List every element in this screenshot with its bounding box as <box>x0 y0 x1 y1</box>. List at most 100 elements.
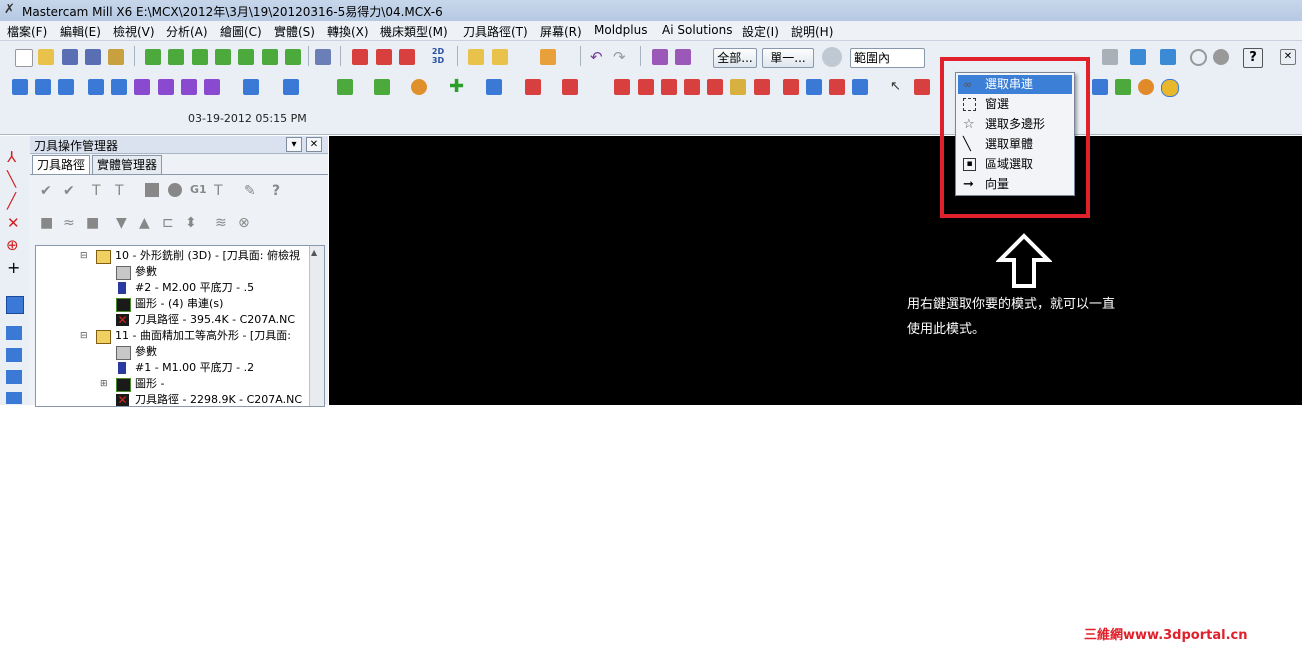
display-selected-icon[interactable]: ⊗ <box>238 215 250 231</box>
shade-3-icon[interactable] <box>399 49 415 65</box>
surface-6-icon[interactable] <box>730 79 746 95</box>
op-manager-toggle-icon[interactable] <box>6 296 24 314</box>
paste-icon[interactable] <box>675 49 691 65</box>
view-cube-3-icon[interactable] <box>192 49 208 65</box>
menu-machine[interactable]: 機床類型(M) <box>380 23 448 40</box>
select-single-button[interactable]: 單一... <box>762 48 814 68</box>
scroll-up-icon[interactable]: ▲ <box>311 248 317 257</box>
yellow-circle-icon[interactable] <box>1161 79 1179 97</box>
link-icon[interactable] <box>315 49 331 65</box>
cross-icon[interactable]: ✕ <box>7 214 20 232</box>
stop-icon[interactable] <box>1190 49 1207 66</box>
plus-icon[interactable]: + <box>7 258 20 277</box>
solid-2-icon[interactable] <box>806 79 822 95</box>
undo-icon[interactable]: ↶ <box>590 49 606 65</box>
pencil-pair-icon[interactable] <box>492 49 508 65</box>
marker-icon[interactable] <box>540 49 556 65</box>
select-all-ops-icon[interactable]: ✔ <box>40 183 52 199</box>
save-as-icon[interactable] <box>85 49 101 65</box>
views-icon[interactable] <box>6 348 22 362</box>
verify-op-icon[interactable] <box>168 183 182 197</box>
menu-analyze[interactable]: 分析(A) <box>166 23 208 40</box>
point-icon[interactable] <box>12 79 28 95</box>
misc-icon[interactable] <box>6 392 22 404</box>
menu-item-single[interactable]: ╲ 選取單體 <box>958 135 1072 154</box>
region-icon[interactable] <box>914 79 930 95</box>
trim-icon[interactable] <box>243 79 259 95</box>
solid-1-icon[interactable] <box>783 79 799 95</box>
menu-ai-solutions[interactable]: Ai Solutions <box>662 23 733 37</box>
move-up-icon[interactable]: ▲ <box>139 215 150 231</box>
redo-icon[interactable]: ↷ <box>613 49 629 65</box>
spline-icon[interactable] <box>562 79 578 95</box>
plane-1-icon[interactable] <box>88 79 104 95</box>
solid-4-icon[interactable] <box>852 79 868 95</box>
tree-scrollbar[interactable] <box>309 246 324 406</box>
line-icon[interactable] <box>374 79 390 95</box>
plane-6-icon[interactable] <box>204 79 220 95</box>
menu-toolpaths[interactable]: 刀具路徑(T) <box>463 23 528 40</box>
view-cube-1-icon[interactable] <box>145 49 161 65</box>
menu-help[interactable]: 說明(H) <box>791 23 833 40</box>
toggle-display-icon[interactable]: ≈ <box>63 215 75 231</box>
view-cube-6-icon[interactable] <box>262 49 278 65</box>
collapse-toggle-icon[interactable]: ⊟ <box>80 328 88 344</box>
scroll-to-insert-icon[interactable]: ⬍ <box>185 215 197 231</box>
save-icon[interactable] <box>62 49 78 65</box>
view-cube-2-icon[interactable] <box>168 49 184 65</box>
layers-icon[interactable] <box>6 326 22 340</box>
line-tool-icon[interactable]: ╲ <box>7 170 16 188</box>
backplot-op-icon[interactable] <box>145 183 159 197</box>
menu-item-chain[interactable]: ∞ 選取串連 <box>958 75 1072 94</box>
pencil-icon[interactable] <box>468 49 484 65</box>
copy-icon[interactable] <box>652 49 668 65</box>
view-cube-7-icon[interactable] <box>285 49 301 65</box>
only-display-icon[interactable]: ≋ <box>215 215 227 231</box>
fillet-icon[interactable] <box>283 79 299 95</box>
gray-dot-icon[interactable] <box>1213 49 1229 65</box>
orange-circle-icon[interactable] <box>1138 79 1154 95</box>
segment-icon[interactable]: ╱ <box>7 192 16 210</box>
surface-1-icon[interactable] <box>614 79 630 95</box>
shape-icon[interactable] <box>525 79 541 95</box>
surface-7-icon[interactable] <box>754 79 770 95</box>
surface-4-icon[interactable] <box>684 79 700 95</box>
menu-view[interactable]: 檢視(V) <box>113 23 155 40</box>
tab-toolpaths[interactable]: 刀具路徑 <box>32 155 91 175</box>
shade-1-icon[interactable] <box>352 49 368 65</box>
planes-icon[interactable] <box>6 370 22 384</box>
axes-icon[interactable]: ⅄ <box>7 148 16 166</box>
menu-xform[interactable]: 轉換(X) <box>327 23 369 40</box>
plane-3-icon[interactable] <box>134 79 150 95</box>
shade-2-icon[interactable] <box>376 49 392 65</box>
open-file-icon[interactable] <box>38 49 54 65</box>
flag-icon[interactable] <box>58 79 74 95</box>
backplot-icon[interactable] <box>1160 49 1176 65</box>
regen-icon[interactable]: T <box>92 183 101 199</box>
range-select-dropdown[interactable]: 範圍內 <box>850 48 925 68</box>
plane-4-icon[interactable] <box>158 79 174 95</box>
point-create-icon[interactable] <box>337 79 353 95</box>
insert-arrow-icon[interactable]: ⊏ <box>162 215 174 231</box>
grid-icon[interactable] <box>35 79 51 95</box>
select-all-button[interactable]: 全部... <box>713 48 757 68</box>
expand-toggle-icon[interactable]: ⊞ <box>100 376 108 392</box>
menu-item-vector[interactable]: ➞ 向量 <box>958 175 1072 194</box>
collapse-toggle-icon[interactable]: ⊟ <box>80 248 88 264</box>
select-dirty-icon[interactable]: ✔ <box>63 183 75 199</box>
surface-3-icon[interactable] <box>661 79 677 95</box>
lock-icon[interactable]: ■ <box>40 215 53 231</box>
op-help-icon[interactable]: ? <box>272 183 280 199</box>
stock-icon[interactable] <box>1115 79 1131 95</box>
g1-post-icon[interactable]: G1 <box>190 183 207 196</box>
circle-icon[interactable] <box>411 79 427 95</box>
view-cube-5-icon[interactable] <box>238 49 254 65</box>
surface-5-icon[interactable] <box>707 79 723 95</box>
print-icon[interactable] <box>108 49 124 65</box>
menu-solids[interactable]: 實體(S) <box>274 23 315 40</box>
toggle-posting-icon[interactable]: ■ <box>86 215 99 231</box>
new-file-icon[interactable] <box>15 49 33 67</box>
menu-screen[interactable]: 屏幕(R) <box>540 23 582 40</box>
2d-3d-toggle[interactable]: 2D 3D <box>428 47 448 67</box>
menu-create[interactable]: 繪圖(C) <box>220 23 262 40</box>
